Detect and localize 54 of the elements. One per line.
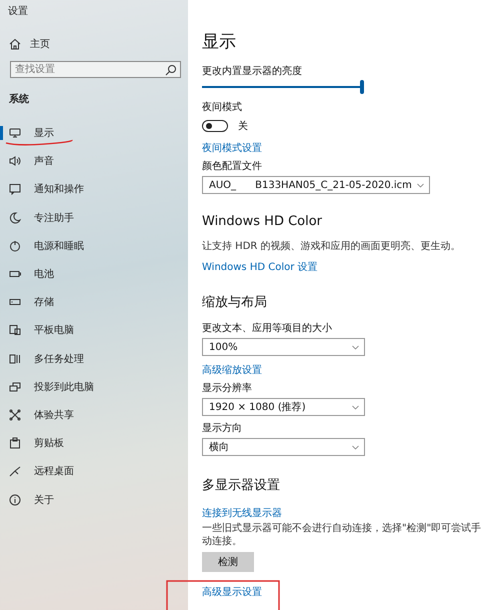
sidebar-item[interactable]: 存储 — [0, 288, 188, 316]
home-item[interactable]: 主页 — [9, 36, 188, 52]
sidebar-label: 存储 — [34, 296, 54, 310]
sidebar-label: 平板电脑 — [34, 324, 74, 338]
sidebar-item[interactable]: 投影到此电脑 — [0, 372, 188, 401]
sidebar-item[interactable]: 通知和操作 — [0, 175, 188, 204]
field-label: 夜间模式 — [202, 100, 243, 113]
field-label: 更改文本、应用等项目的大小 — [202, 322, 333, 334]
sidebar-item[interactable]: 电池 — [0, 260, 188, 288]
section-heading: 系统 — [9, 92, 30, 106]
sidebar-label: 专注助手 — [34, 212, 74, 225]
sidebar-item[interactable]: 多任务处理 — [0, 344, 188, 373]
dropdown[interactable]: AUO_ B133HAN05_C_21-05-2020.icm — [202, 176, 430, 194]
detect-button[interactable]: 检测 — [202, 552, 254, 572]
section-heading: 多显示器设置 — [202, 477, 281, 495]
sidebar-item[interactable]: 关于 — [0, 485, 188, 514]
settings-link[interactable]: 夜间模式设置 — [202, 141, 262, 154]
dropdown[interactable]: 横向 — [202, 438, 365, 456]
sidebar-item[interactable]: 剪贴板 — [0, 429, 188, 458]
dropdown[interactable]: 100% — [202, 338, 365, 356]
settings-link[interactable]: 连接到无线显示器 — [202, 506, 282, 519]
settings-link[interactable]: 高级缩放设置 — [202, 363, 262, 376]
sidebar-item[interactable]: 体验共享 — [0, 400, 188, 430]
section-heading: Windows HD Color — [202, 214, 324, 231]
sidebar-item[interactable]: 声音 — [0, 147, 188, 176]
sidebar-label: 声音 — [34, 154, 54, 168]
description-text: 一些旧式显示器可能不会进行自动连接，选择"检测"即可尝试手动连接。 — [202, 522, 482, 548]
field-label: 显示方向 — [202, 422, 243, 434]
page-title: 显示 — [202, 31, 237, 54]
section-heading: 缩放与布局 — [202, 294, 268, 312]
sidebar-item[interactable]: 专注助手 — [0, 204, 188, 232]
toggle-state: 关 — [238, 120, 248, 133]
description-text: 让支持 HDR 的视频、游戏和应用的画面更明亮、更生动。 — [202, 240, 462, 253]
sidebar-label: 电池 — [34, 268, 54, 282]
sidebar-label: 通知和操作 — [34, 182, 84, 196]
sidebar-item[interactable]: 电源和睡眠 — [0, 232, 188, 260]
sidebar-label: 投影到此电脑 — [34, 380, 94, 394]
sidebar-label: 剪贴板 — [34, 436, 64, 450]
sidebar-item[interactable]: 远程桌面 — [0, 457, 188, 486]
field-label: 显示分辨率 — [202, 382, 253, 394]
sidebar-label: 远程桌面 — [34, 464, 74, 478]
sidebar-label: 关于 — [34, 494, 54, 507]
dropdown[interactable]: 1920 × 1080 (推荐) — [202, 398, 365, 416]
field-label: 颜色配置文件 — [202, 160, 263, 172]
sidebar-label: 电源和睡眠 — [34, 240, 84, 253]
sidebar-label: 显示 — [34, 127, 54, 140]
settings-link[interactable]: Windows HD Color 设置 — [202, 260, 318, 273]
window-title: 设置 — [7, 4, 29, 18]
sidebar-item[interactable]: 显示 — [0, 119, 188, 148]
sidebar-label: 多任务处理 — [34, 352, 84, 366]
search-field[interactable]: 查找设置 — [10, 61, 181, 78]
field-label: 更改内置显示器的亮度 — [202, 64, 303, 77]
sidebar-item[interactable]: 平板电脑 — [0, 316, 188, 344]
sidebar-label: 体验共享 — [34, 408, 74, 422]
